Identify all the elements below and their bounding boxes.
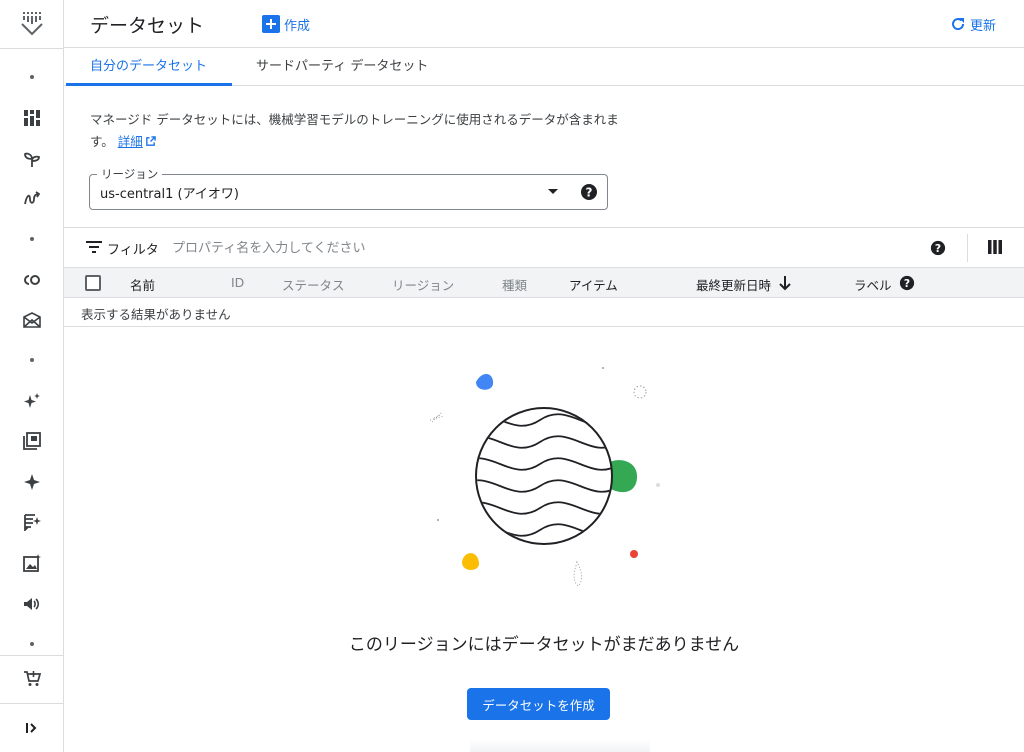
filter-icon[interactable] — [86, 240, 102, 254]
learn-more-label: 詳細 — [117, 134, 143, 149]
svg-text:?: ? — [935, 242, 941, 255]
create-button-label: 作成 — [284, 18, 311, 34]
refresh-icon — [952, 18, 964, 31]
select-all-checkbox[interactable] — [85, 275, 101, 291]
empty-state-globe-illustration — [429, 367, 660, 587]
tab-third-party-datasets[interactable]: サードパーティ データセット — [256, 48, 428, 86]
marketplace-icon[interactable] — [20, 666, 44, 690]
column-header-last-updated[interactable]: 最終更新日時 — [696, 275, 771, 294]
blue-blob — [476, 373, 494, 390]
expand-icon[interactable] — [20, 716, 44, 740]
dataset-tabs: 自分のデータセット サードパーティ データセット — [64, 48, 1024, 86]
left-nav-rail — [0, 0, 64, 752]
page-header: データセット 作成 更新 — [64, 0, 1024, 48]
yellow-blob — [462, 553, 480, 570]
column-header-type: 種類 — [502, 278, 528, 293]
speech-icon[interactable] — [20, 592, 44, 616]
generative-ai-icon[interactable] — [20, 389, 44, 413]
column-header-status: ステータス — [282, 278, 345, 293]
tab-my-datasets[interactable]: 自分のデータセット — [90, 48, 207, 86]
filter-label[interactable]: フィルタ — [107, 239, 159, 258]
rail-divider — [0, 655, 64, 656]
vertex-ai-logo-icon[interactable] — [20, 10, 44, 36]
no-results-text: 表示する結果がありません — [81, 307, 231, 322]
column-header-items[interactable]: アイテム — [569, 275, 618, 294]
sort-descending-icon[interactable] — [778, 275, 792, 291]
rail-dot — [30, 358, 34, 362]
description: マネージド データセットには、機械学習モデルのトレーニングに使用されるデータが含… — [90, 109, 620, 153]
image-icon[interactable] — [20, 551, 44, 575]
colab-icon[interactable] — [20, 268, 44, 292]
pipelines-icon[interactable] — [20, 187, 44, 211]
learn-more-link[interactable]: 詳細 — [118, 134, 156, 149]
create-button[interactable]: 作成 — [262, 12, 310, 36]
svg-text:?: ? — [586, 186, 593, 200]
filter-bar: フィルタ ? — [64, 227, 1024, 267]
scroll-shadow — [470, 740, 650, 752]
column-display-options-icon[interactable] — [988, 240, 1002, 254]
page-title: データセット — [90, 15, 205, 37]
table-empty-row: 表示する結果がありません — [64, 298, 1024, 327]
rail-divider — [0, 48, 64, 49]
refresh-button[interactable]: 更新 — [950, 12, 996, 36]
refresh-button-label: 更新 — [969, 18, 996, 34]
sparkle-icon[interactable] — [20, 470, 44, 494]
divider — [967, 234, 968, 262]
filter-input[interactable] — [172, 236, 672, 260]
rail-divider — [0, 703, 64, 704]
workbench-icon[interactable] — [20, 308, 44, 332]
add-icon — [262, 15, 280, 33]
table-header: 名前 ID ステータス リージョン 種類 アイテム 最終更新日時 ラベル ? — [64, 267, 1024, 298]
column-header-name[interactable]: 名前 — [130, 275, 155, 294]
red-dot — [630, 550, 638, 558]
rail-dot — [30, 237, 34, 241]
text-prompt-icon[interactable] — [20, 510, 44, 534]
prompt-gallery-icon[interactable] — [20, 429, 44, 453]
region-select[interactable]: リージョン us-central1 (アイオワ) ? — [89, 166, 608, 210]
dropdown-arrow-icon — [548, 189, 558, 194]
help-icon[interactable]: ? — [899, 275, 915, 291]
help-icon[interactable]: ? — [930, 240, 946, 256]
column-header-id: ID — [231, 275, 245, 290]
region-label: リージョン — [97, 166, 163, 182]
dashboard-icon[interactable] — [20, 106, 44, 130]
external-link-icon — [145, 136, 156, 146]
column-header-labels[interactable]: ラベル — [854, 275, 892, 294]
region-value: us-central1 (アイオワ) — [100, 187, 240, 202]
create-dataset-button[interactable]: データセットを作成 — [467, 688, 610, 720]
active-tab-indicator — [66, 83, 232, 86]
svg-text:?: ? — [904, 277, 910, 290]
description-text: マネージド データセットには、機械学習モデルのトレーニングに使用されるデータが含… — [90, 112, 619, 149]
rail-dot — [30, 642, 34, 646]
empty-state-message: このリージョンにはデータセットがまだありません — [348, 635, 740, 655]
column-header-region: リージョン — [392, 278, 455, 293]
help-icon[interactable]: ? — [580, 183, 598, 201]
rail-dot — [30, 75, 34, 79]
model-garden-icon[interactable] — [20, 147, 44, 171]
